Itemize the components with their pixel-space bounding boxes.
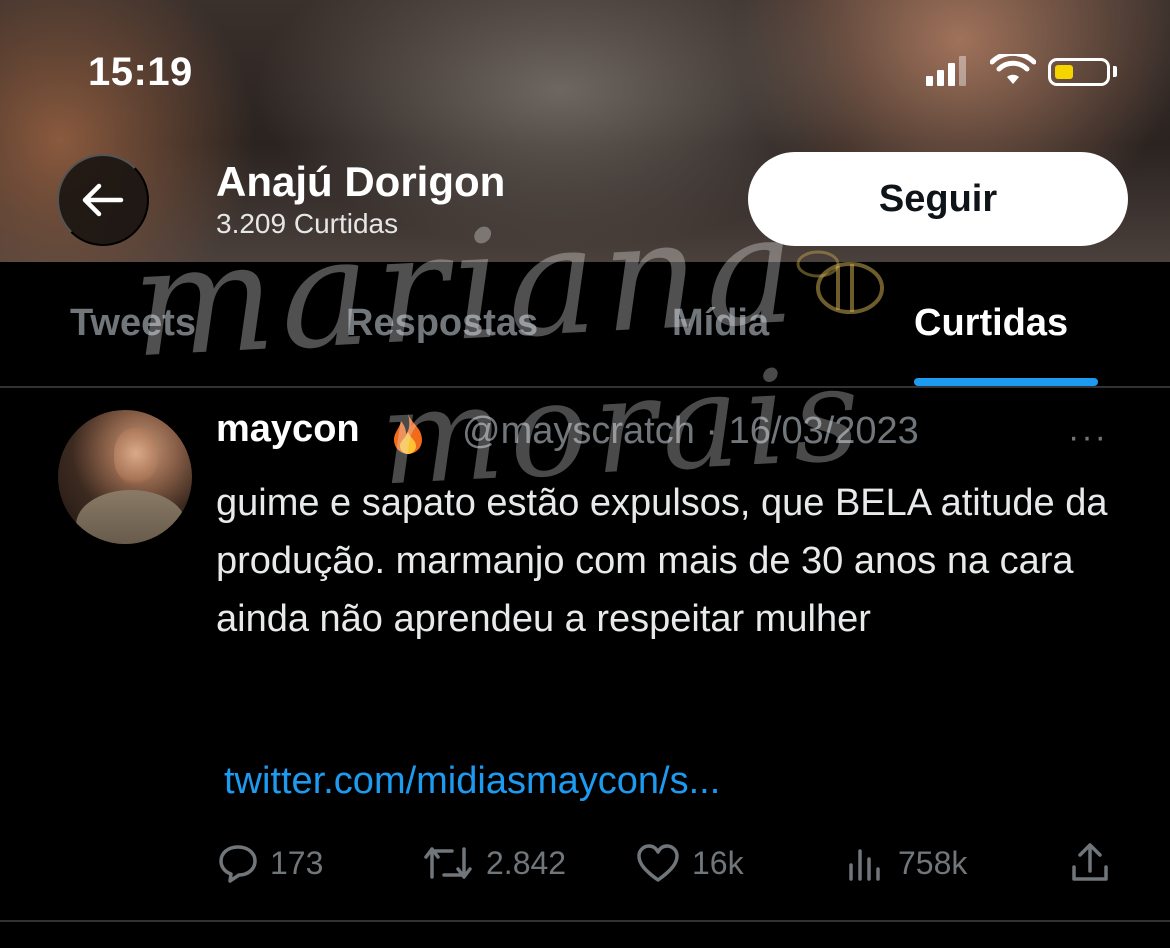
avatar[interactable] <box>58 410 192 544</box>
fire-icon <box>394 414 422 454</box>
heart-icon <box>637 844 679 882</box>
tab-tweets[interactable]: Tweets <box>70 302 196 345</box>
bar-chart-icon <box>849 849 880 881</box>
profile-tabs: Tweets Respostas Mídia Curtidas <box>0 262 1170 386</box>
back-button[interactable] <box>57 154 149 246</box>
follow-button[interactable]: Seguir <box>748 152 1128 246</box>
retweet-icon <box>424 847 472 879</box>
reply-count: 173 <box>270 844 324 881</box>
tab-curtidas[interactable]: Curtidas <box>914 302 1068 345</box>
tab-midia[interactable]: Mídia <box>672 302 769 345</box>
battery-cap <box>1113 66 1117 77</box>
profile-likes-count: 3.209 Curtidas <box>216 208 399 239</box>
active-tab-indicator <box>914 378 1098 386</box>
cellular-signal-icon <box>922 54 970 86</box>
battery-level <box>1055 65 1073 79</box>
arrow-left-icon <box>82 183 124 217</box>
retweet-count: 2.842 <box>486 844 567 881</box>
tweet-handle-date: @mayscratch · 16/03/2023 <box>462 410 919 452</box>
tweet-actions: 173 2.842 16k 758k <box>0 838 1170 888</box>
views-count: 758k <box>898 844 968 881</box>
battery-icon <box>1048 58 1110 86</box>
status-time: 15:19 <box>88 50 193 94</box>
tweet-author-name[interactable]: maycon <box>216 408 360 451</box>
profile-name: Anajú Dorigon <box>216 158 506 205</box>
views-button[interactable]: 758k <box>846 838 967 888</box>
divider <box>0 920 1170 922</box>
reply-button[interactable]: 173 <box>218 838 323 888</box>
retweet-button[interactable]: 2.842 <box>422 838 566 888</box>
tab-respostas[interactable]: Respostas <box>346 302 538 345</box>
like-button[interactable]: 16k <box>636 838 744 888</box>
share-icon <box>1072 843 1108 881</box>
tweet-link[interactable]: twitter.com/midiasmaycon/s... <box>224 760 720 803</box>
wifi-icon <box>990 54 1036 84</box>
like-count: 16k <box>692 844 744 881</box>
reply-icon <box>219 845 257 883</box>
divider <box>0 386 1170 388</box>
more-options-button[interactable]: ··· <box>1068 418 1108 457</box>
tweet-text: guime e sapato estão expulsos, que BELA … <box>216 482 1108 640</box>
share-button[interactable] <box>1070 838 1122 888</box>
